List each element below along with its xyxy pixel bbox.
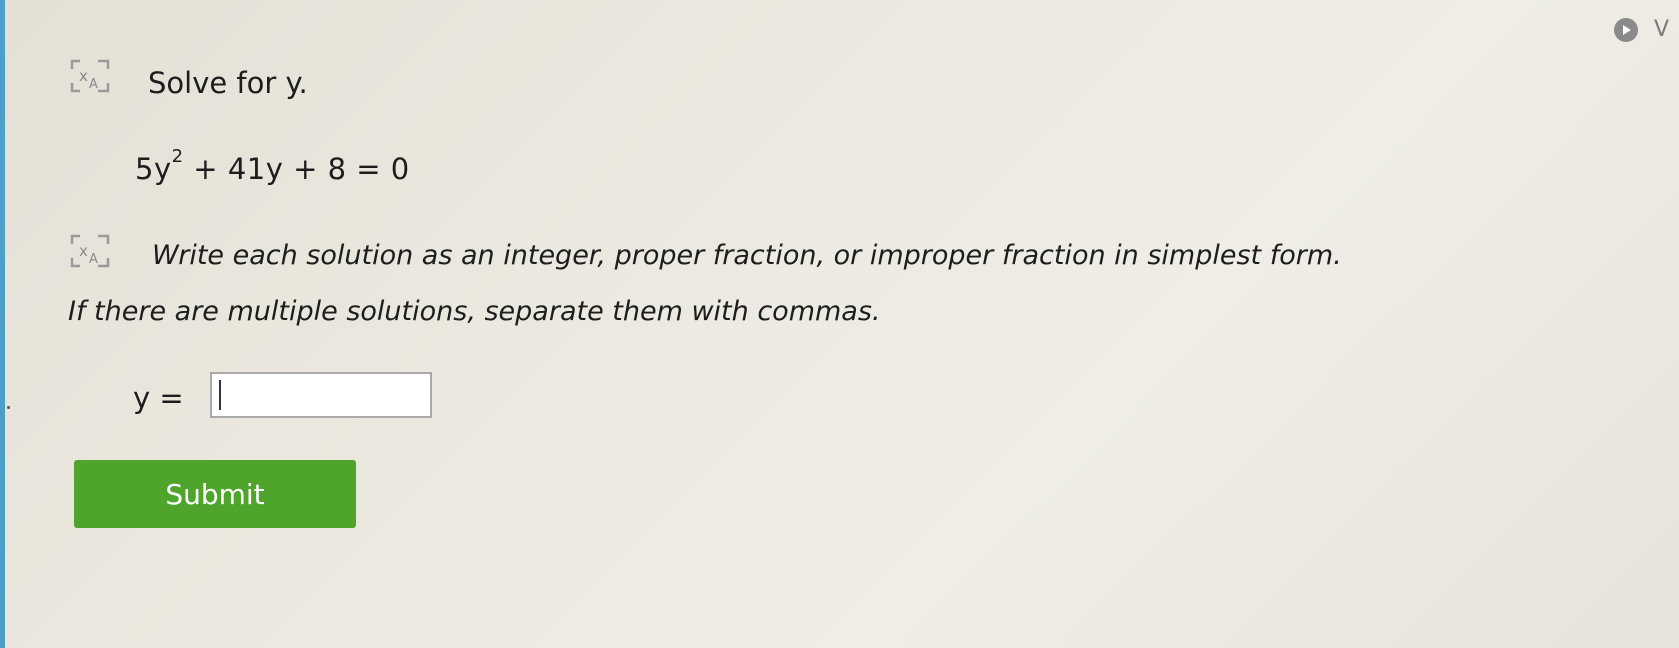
left-edge-bar [0, 0, 5, 648]
svg-text:A: A [89, 77, 98, 92]
svg-text:A: A [89, 252, 98, 267]
prompt-text: Solve for y. [148, 66, 308, 100]
answer-input[interactable] [210, 372, 432, 418]
instruction-line-2: If there are multiple solutions, separat… [68, 296, 881, 327]
instruction-line-1: Write each solution as an integer, prope… [152, 240, 1342, 271]
stray-mark [7, 406, 10, 409]
equation-lhs: 5y [135, 152, 172, 186]
play-circle-icon[interactable] [1614, 18, 1638, 42]
answer-label: y = [133, 381, 184, 415]
submit-button[interactable]: Submit [74, 460, 356, 528]
equation-exponent: 2 [171, 146, 184, 167]
translate-icon[interactable]: x A [68, 232, 112, 270]
text-cursor [219, 380, 221, 410]
svg-text:x: x [79, 67, 88, 85]
translate-icon[interactable]: x A [68, 57, 112, 95]
equation: 5y2 + 41y + 8 = 0 [135, 146, 410, 186]
corner-letter: V [1654, 17, 1670, 42]
svg-text:x: x [79, 242, 88, 260]
play-triangle [1623, 25, 1631, 35]
equation-rest: + 41y + 8 = 0 [183, 152, 410, 186]
